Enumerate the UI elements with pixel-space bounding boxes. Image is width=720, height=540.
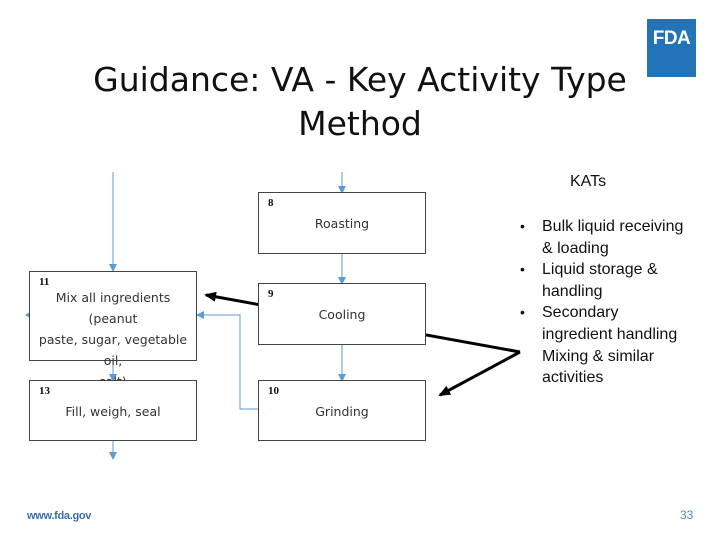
bullet: • xyxy=(520,261,525,278)
kats-item: • Liquid storage & handling xyxy=(515,259,715,302)
step-label: Cooling xyxy=(318,307,366,322)
bullet: • xyxy=(520,304,525,321)
step-label-line: Mix all ingredients (peanut xyxy=(55,290,171,326)
step-label: Roasting xyxy=(314,216,370,231)
kats-item-line: activities xyxy=(542,369,604,387)
step-box-fill-weigh-seal: 13 Fill, weigh, seal xyxy=(29,380,197,441)
step-number: 9 xyxy=(268,288,274,300)
step-box-roasting: 8 Roasting xyxy=(258,192,426,254)
annotation-arrow-to-grinding xyxy=(438,350,521,397)
kats-item-line: Bulk liquid receiving xyxy=(542,218,684,235)
step-label-line: paste, sugar, vegetable oil, xyxy=(38,332,188,368)
footer-url[interactable]: www.fda.gov xyxy=(27,510,91,522)
kats-item: • Bulk liquid receiving & loading xyxy=(515,216,715,259)
page-number: 33 xyxy=(680,508,694,522)
step-number: 8 xyxy=(268,197,274,209)
bullet: • xyxy=(520,218,525,234)
kats-item: Mixing & similar activities xyxy=(515,346,715,389)
step-box-mix-ingredients: 11 Mix all ingredients (peanut paste, su… xyxy=(29,271,197,389)
step-label: Mix all ingredients (peanut paste, sugar… xyxy=(34,287,192,392)
kats-item-line: Liquid storage & xyxy=(542,261,658,279)
kats-item-line: Secondary xyxy=(542,304,619,322)
step-number: 13 xyxy=(39,385,50,397)
step-label: Fill, weigh, seal xyxy=(65,404,161,419)
kats-item-line: ingredient handling xyxy=(542,325,678,343)
step-number: 10 xyxy=(268,385,279,397)
kats-list: • Bulk liquid receiving & loading • Liqu… xyxy=(515,216,715,389)
step-box-cooling: 9 Cooling xyxy=(258,283,426,345)
step-label: Grinding xyxy=(315,404,369,419)
step-box-grinding: 10 Grinding xyxy=(258,380,426,441)
connector-10-to-11 xyxy=(196,311,258,410)
kats-item: • Secondary ingredient handling xyxy=(515,302,715,345)
kats-heading: KATs xyxy=(570,173,607,190)
kats-item-line: handling xyxy=(542,282,603,300)
kats-item-line: Mixing & similar xyxy=(542,347,655,365)
kats-item-line: & loading xyxy=(542,239,609,257)
